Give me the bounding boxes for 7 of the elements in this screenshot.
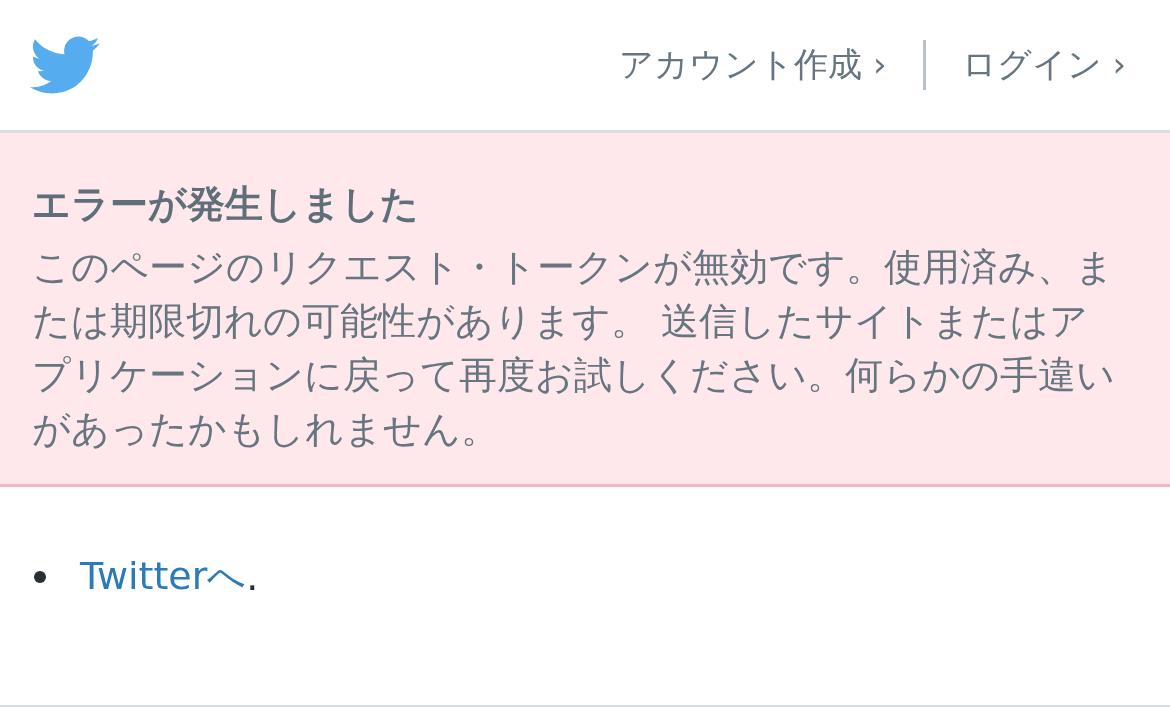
nav-link[interactable]: ログイン › [961,42,1126,88]
error-title: エラーが発生しました [32,181,420,228]
nav-link[interactable]: アカウント作成 › [619,42,887,88]
error-message: このページのリクエスト・トークンが無効です。使用済み、または期限切れの可能性があります。 送信したサイトまたはアプリケーションに戻って再度お試しください。何らかの手違いがあったかもしれません。 [32,244,1116,453]
twitter-link[interactable]: Twitterへ [80,551,247,602]
period: . [246,554,259,599]
bullet-icon [34,570,46,583]
